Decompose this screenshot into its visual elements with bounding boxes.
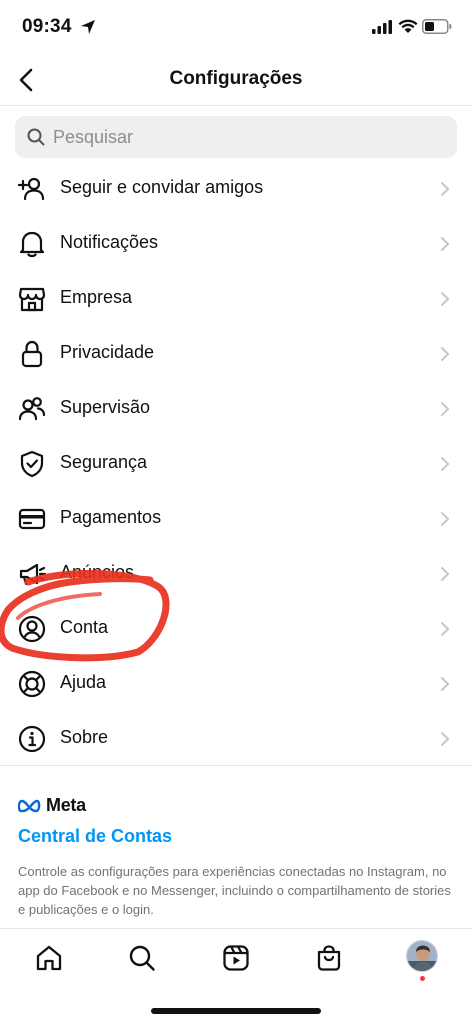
menu-item-about[interactable]: Sobre <box>0 711 472 766</box>
lock-icon <box>18 340 46 368</box>
chevron-right-icon <box>441 402 449 416</box>
menu-item-business[interactable]: Empresa <box>0 271 472 326</box>
tab-shop[interactable] <box>314 943 344 973</box>
menu-item-label: Anúncios <box>60 562 135 582</box>
status-time: 09:34 <box>22 16 72 37</box>
page-title: Configurações <box>169 68 303 89</box>
menu-item-account[interactable]: Conta <box>0 601 472 656</box>
menu-item-follow-invite[interactable]: Seguir e convidar amigos <box>0 161 472 216</box>
chevron-right-icon <box>441 732 449 746</box>
card-icon <box>18 505 46 533</box>
menu-item-help[interactable]: Ajuda <box>0 656 472 711</box>
accounts-center-description: Controle as configurações para experiênc… <box>18 864 451 917</box>
cellular-signal-icon <box>372 20 392 34</box>
meta-logo-icon <box>18 799 41 812</box>
settings-menu: Seguir e convidar amigos Notificações Em… <box>0 161 472 766</box>
section-divider <box>0 765 472 766</box>
search-input[interactable] <box>53 126 433 148</box>
shield-icon <box>18 450 46 478</box>
home-icon <box>36 945 62 971</box>
meta-brand-text: Meta <box>46 795 86 815</box>
chevron-right-icon <box>441 347 449 361</box>
menu-item-privacy[interactable]: Privacidade <box>0 326 472 381</box>
menu-item-label: Seguir e convidar amigos <box>60 177 264 197</box>
bell-icon <box>18 230 46 258</box>
chevron-right-icon <box>441 457 449 471</box>
search-icon <box>129 945 155 971</box>
menu-item-label: Empresa <box>60 287 133 307</box>
menu-item-label: Supervisão <box>60 397 151 417</box>
shop-icon <box>317 945 341 971</box>
chevron-right-icon <box>441 292 449 306</box>
menu-item-label: Pagamentos <box>60 507 162 527</box>
chevron-right-icon <box>441 622 449 636</box>
profile-avatar[interactable] <box>406 940 438 972</box>
chevron-right-icon <box>441 512 449 526</box>
search-bar[interactable] <box>15 116 457 158</box>
home-indicator <box>151 1008 321 1014</box>
menu-item-payments[interactable]: Pagamentos <box>0 491 472 546</box>
chevron-right-icon <box>441 677 449 691</box>
menu-item-security[interactable]: Segurança <box>0 436 472 491</box>
store-icon <box>18 285 46 313</box>
battery-icon <box>422 19 452 34</box>
chevron-right-icon <box>441 567 449 581</box>
meta-brand: Meta <box>18 795 86 816</box>
menu-item-label: Notificações <box>60 232 159 252</box>
notification-dot <box>420 976 425 981</box>
menu-item-ads[interactable]: Anúncios <box>0 546 472 601</box>
info-icon <box>18 725 46 753</box>
menu-item-supervision[interactable]: Supervisão <box>0 381 472 436</box>
status-bar: 09:34 <box>0 0 472 56</box>
lifebuoy-icon <box>18 670 46 698</box>
search-icon <box>27 128 45 146</box>
chevron-right-icon <box>441 182 449 196</box>
people-icon <box>18 395 46 423</box>
chevron-right-icon <box>441 237 449 251</box>
menu-item-notifications[interactable]: Notificações <box>0 216 472 271</box>
menu-item-label: Segurança <box>60 452 148 472</box>
wifi-icon <box>398 19 418 33</box>
tab-search[interactable] <box>127 943 157 973</box>
menu-item-label: Sobre <box>60 727 109 747</box>
menu-item-label: Conta <box>60 617 109 637</box>
navigation-bar: Configurações <box>0 56 472 106</box>
tab-home[interactable] <box>34 943 64 973</box>
location-arrow-icon <box>81 20 95 34</box>
menu-item-label: Privacidade <box>60 342 155 362</box>
add-person-icon <box>18 175 46 203</box>
reels-icon <box>223 945 249 971</box>
menu-item-label: Ajuda <box>60 672 107 692</box>
megaphone-icon <box>18 560 46 588</box>
account-circle-icon <box>18 615 46 643</box>
tab-reels[interactable] <box>221 943 251 973</box>
accounts-center-link[interactable]: Central de Contas <box>18 826 172 847</box>
